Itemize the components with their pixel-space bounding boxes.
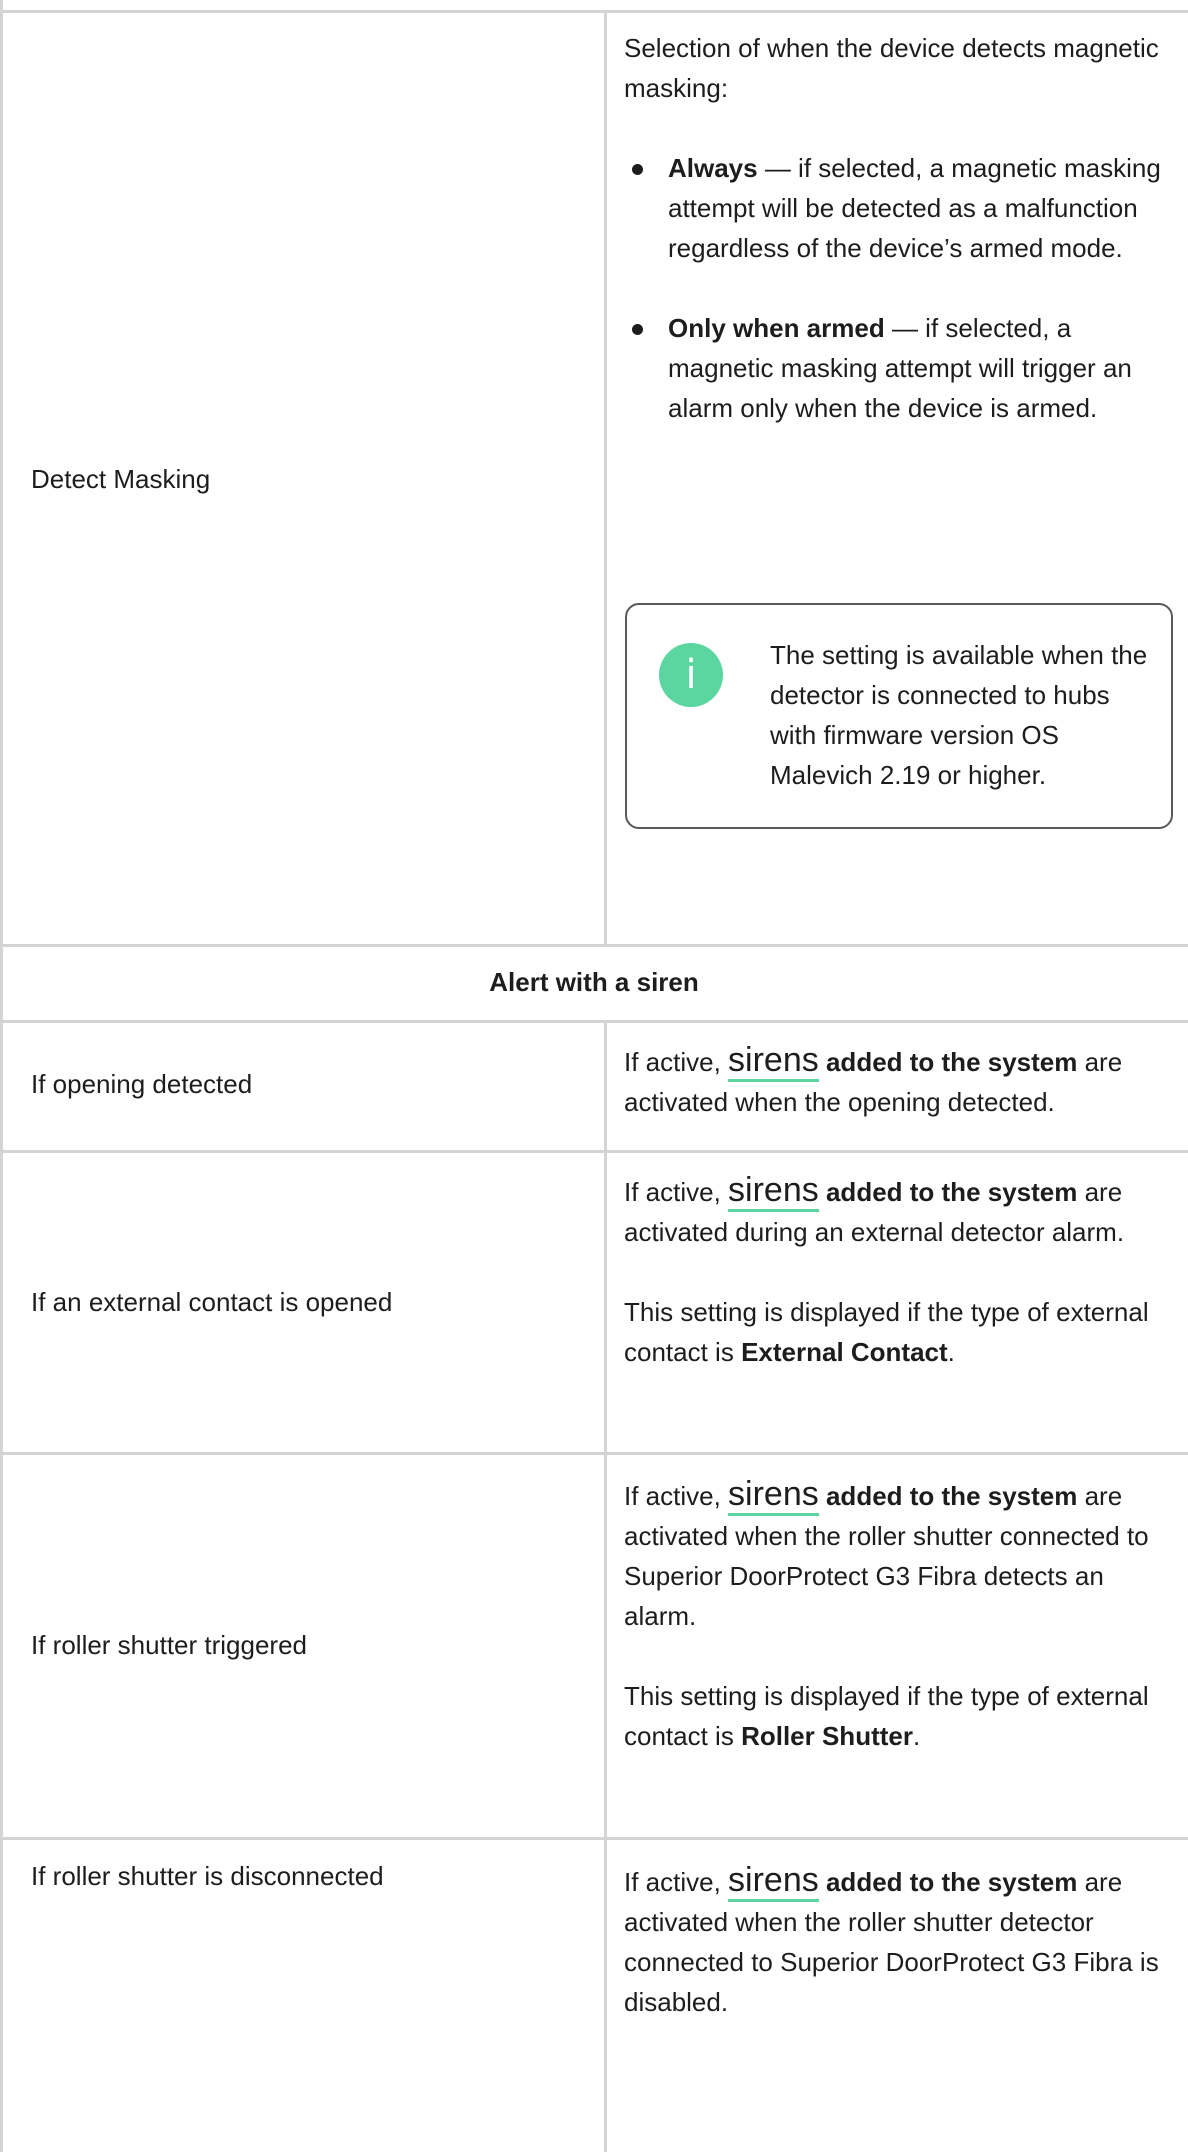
- section-title: Alert with a siren: [489, 967, 699, 997]
- row-label: If roller shutter triggered: [31, 1630, 308, 1660]
- row-label: Detect Masking: [31, 464, 211, 494]
- option-term: Only when armed: [668, 313, 885, 343]
- row-divider: [0, 1837, 1188, 1840]
- description-text: If active,: [624, 1177, 729, 1207]
- description-text: .: [912, 1721, 921, 1751]
- row-divider: [0, 1150, 1188, 1153]
- description-bold: added to the system: [818, 1177, 1078, 1207]
- sirens-link[interactable]: sirens: [728, 1171, 819, 1212]
- row-description: Selection of when the device detects mag…: [624, 28, 1174, 428]
- description-text: If active,: [624, 1047, 729, 1077]
- row-label: If an external contact is opened: [31, 1287, 393, 1317]
- description-bold: added to the system: [818, 1047, 1078, 1077]
- row-description: If active, sirens added to the system ar…: [624, 1040, 1174, 1122]
- description-text: .: [947, 1337, 955, 1367]
- info-note: i The setting is available when the dete…: [625, 603, 1173, 829]
- sirens-link[interactable]: sirens: [728, 1041, 819, 1082]
- description-text: If active,: [624, 1481, 729, 1511]
- description-bold: added to the system: [818, 1481, 1078, 1511]
- table-top-border: [0, 10, 1188, 13]
- row-divider: [0, 1452, 1188, 1455]
- row-description: If active, sirens added to the system ar…: [624, 1474, 1174, 1756]
- row-description: If active, sirens added to the system ar…: [624, 1860, 1174, 2022]
- option-term: Always: [668, 153, 758, 183]
- info-icon: i: [659, 643, 723, 707]
- list-item: Only when armed — if selected, a magneti…: [624, 308, 1174, 428]
- column-divider: [604, 10, 607, 944]
- sirens-link[interactable]: sirens: [728, 1475, 819, 1516]
- column-divider: [604, 1020, 607, 2152]
- row-label: If opening detected: [31, 1069, 253, 1099]
- row-label: If roller shutter is disconnected: [31, 1861, 384, 1891]
- settings-table: Detect Masking Selection of when the dev…: [0, 0, 1188, 2152]
- description-bold: added to the system: [818, 1867, 1078, 1897]
- options-list: Always — if selected, a magnetic masking…: [624, 148, 1174, 428]
- sirens-link[interactable]: sirens: [728, 1861, 819, 1902]
- table-left-border: [0, 0, 3, 2152]
- description-intro: Selection of when the device detects mag…: [624, 33, 1159, 103]
- description-bold: External Contact: [741, 1337, 948, 1367]
- list-item: Always — if selected, a magnetic masking…: [624, 148, 1174, 268]
- description-bold: Roller Shutter: [741, 1721, 913, 1751]
- description-text: If active,: [624, 1867, 729, 1897]
- row-description: If active, sirens added to the system ar…: [624, 1170, 1174, 1372]
- row-divider: [0, 1020, 1188, 1023]
- note-text: The setting is available when the detect…: [770, 640, 1148, 790]
